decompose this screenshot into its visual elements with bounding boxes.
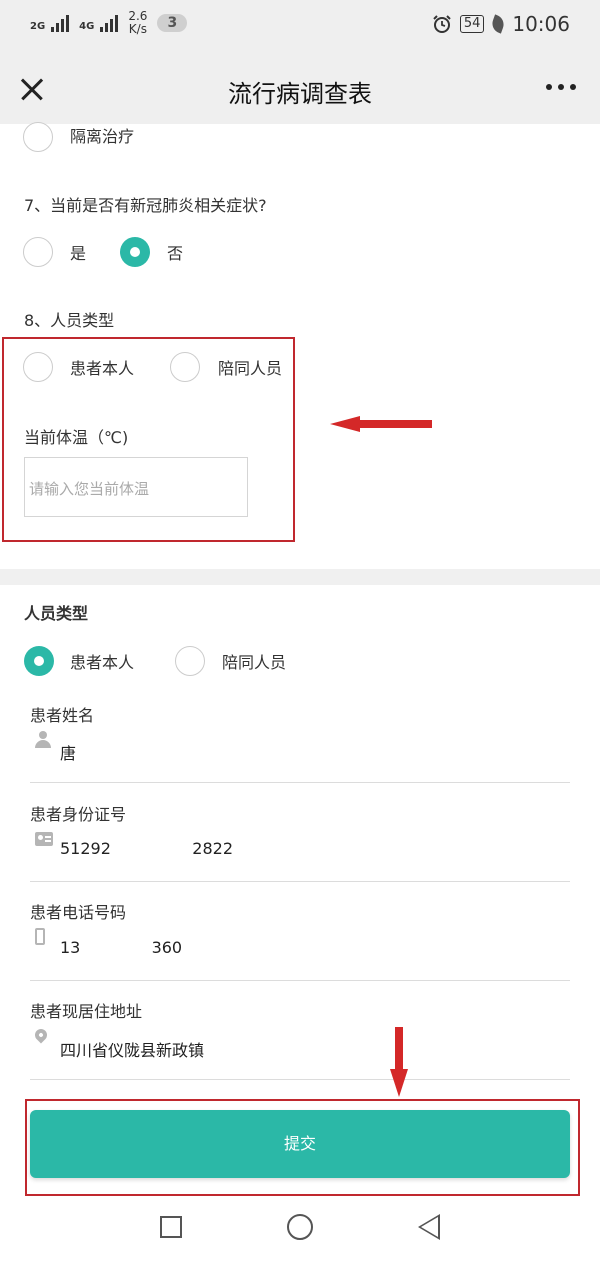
status-bar: 2G 4G 2.6 K/s 3 54 10:06: [0, 0, 600, 54]
field-label-patient-name: 患者姓名: [30, 706, 95, 725]
temperature-input[interactable]: 请输入您当前体温: [24, 457, 248, 517]
recent-apps-icon[interactable]: [160, 1216, 182, 1238]
location-pin-icon: [32, 1026, 50, 1044]
submit-button[interactable]: 提交: [30, 1110, 570, 1178]
field-divider: [30, 782, 570, 783]
home-icon[interactable]: [287, 1214, 313, 1240]
patient-name-input[interactable]: 唐: [60, 740, 76, 764]
clock-time: 10:06: [512, 12, 570, 36]
field-label-patient-id: 患者身份证号: [30, 805, 127, 824]
option-label-q7-yes: 是: [70, 244, 87, 263]
notification-count-badge: 3: [157, 14, 188, 32]
network-speed: 2.6 K/s: [128, 10, 147, 36]
radio-person-companion[interactable]: [175, 646, 205, 676]
signal-bars-icon: [51, 14, 70, 32]
radio-q7-no-selected[interactable]: [120, 237, 150, 267]
radio-q7-yes[interactable]: [23, 237, 53, 267]
option-label-q7-no: 否: [167, 244, 184, 263]
status-bar-right: 54 10:06: [432, 12, 570, 36]
question-7: 7、当前是否有新冠肺炎相关症状?: [24, 196, 267, 215]
phone-icon: [35, 928, 45, 945]
field-label-patient-address: 患者现居住地址: [30, 1002, 143, 1021]
option-label-person-companion: 陪同人员: [222, 653, 287, 672]
section-title-person-type: 人员类型: [24, 604, 89, 623]
field-divider: [30, 1079, 570, 1080]
option-label-q8-companion: 陪同人员: [218, 359, 283, 378]
radio-q8-companion[interactable]: [170, 352, 200, 382]
alarm-clock-icon: [433, 15, 451, 33]
sim2-label: 4G: [79, 21, 95, 32]
sim2-signal: 4G: [79, 14, 119, 32]
annotation-arrow-left-icon: [330, 416, 432, 432]
sim1-label: 2G: [30, 21, 46, 32]
field-divider: [30, 980, 570, 981]
option-label-person-patient-self: 患者本人: [70, 653, 135, 672]
page-title: 流行病调查表: [228, 80, 372, 108]
system-navigation-bar: [0, 1196, 600, 1266]
option-label-isolation-treatment: 隔离治疗: [70, 127, 135, 146]
temperature-label: 当前体温（℃): [24, 428, 129, 447]
back-icon[interactable]: [418, 1214, 440, 1240]
id-card-icon: [35, 832, 53, 846]
sim1-signal: 2G: [30, 14, 70, 32]
option-label-q8-patient-self: 患者本人: [70, 359, 135, 378]
person-icon: [35, 731, 51, 749]
question-8: 8、人员类型: [24, 311, 115, 330]
status-bar-left: 2G 4G 2.6 K/s 3: [30, 10, 188, 36]
patient-address-input[interactable]: 四川省仪陇县新政镇: [60, 1037, 204, 1061]
radio-q8-patient-self[interactable]: [23, 352, 53, 382]
section-divider: [0, 569, 600, 585]
field-divider: [30, 881, 570, 882]
annotation-arrow-down-icon: [390, 1027, 408, 1097]
patient-phone-input[interactable]: 13 360: [60, 938, 182, 957]
network-speed-unit: K/s: [128, 22, 147, 36]
more-options-icon[interactable]: [546, 84, 576, 90]
field-label-patient-phone: 患者电话号码: [30, 903, 127, 922]
radio-person-patient-self-selected[interactable]: [24, 646, 54, 676]
patient-id-input[interactable]: 51292 2822: [60, 839, 233, 858]
navigation-bar: 流行病调查表: [0, 54, 600, 124]
power-saving-leaf-icon: [489, 14, 507, 34]
battery-icon: 54: [459, 15, 485, 33]
radio-isolation-treatment[interactable]: [23, 122, 53, 152]
signal-bars-icon: [100, 14, 119, 32]
